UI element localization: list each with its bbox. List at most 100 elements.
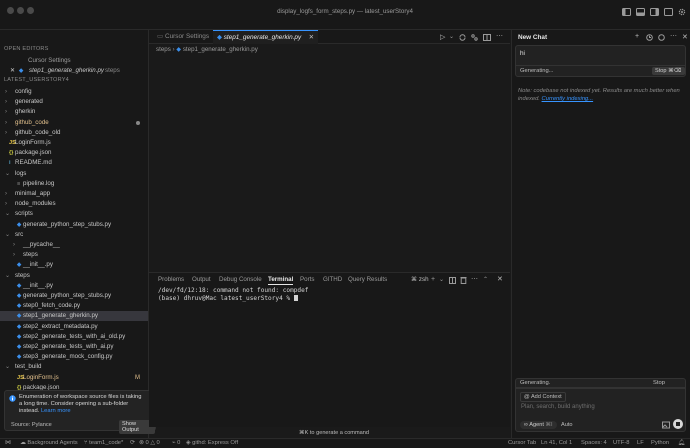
tree-folder[interactable]: ›steps [0,250,148,260]
model-selector[interactable]: Auto [561,421,573,429]
settings-gear-icon[interactable] [678,8,686,16]
tree-file[interactable]: JSLoginForm.js [0,138,148,148]
cursor-position[interactable]: Ln 41, Col 1 [541,439,572,448]
chevron-down-icon[interactable]: ⌄ [439,276,444,283]
tree-folder[interactable]: ›generated [0,97,148,107]
trash-icon[interactable] [460,276,467,284]
run-icon[interactable]: ▷ [440,33,445,41]
terminal-prompt[interactable]: (base) dhruv@Mac latest_userStory4 % [158,295,298,302]
tree-item-label: minimal_app [15,189,50,199]
line-ending[interactable]: LF [637,439,644,448]
language-mode[interactable]: Python [651,439,669,448]
breadcrumb-folder[interactable]: steps [156,46,171,53]
history-icon[interactable] [646,34,653,41]
agent-mode-selector[interactable]: ∞ Agent ⌘I [520,421,557,429]
tree-folder[interactable]: ⌄test_build [0,362,148,372]
stop-button[interactable]: Stop ⌘⌫ [652,67,685,75]
tree-file[interactable]: ◆generate_python_step_stubs.py [0,291,148,301]
tab-cursor-settings[interactable]: ▭Cursor Settings [157,30,209,44]
clock-icon[interactable] [658,34,665,41]
toggle-secondary-sidebar-icon[interactable] [650,8,659,16]
toggle-sidebar-icon[interactable] [622,8,631,16]
toggle-panel-icon[interactable] [636,8,645,16]
open-editor-cursor-settings[interactable]: Cursor Settings [0,56,148,66]
editor-area[interactable] [149,57,510,270]
tree-file[interactable]: ◆step0_fetch_code.py [0,301,148,311]
image-icon[interactable] [662,421,670,429]
tree-file[interactable]: ◆generate_python_step_stubs.py [0,220,148,230]
customize-layout-icon[interactable] [664,8,673,16]
tree-folder[interactable]: ›gherkin [0,107,148,117]
chevron-up-icon[interactable]: ⌃ [483,276,488,283]
tree-file[interactable]: ◆step2_generate_tests_with_ai.py [0,342,148,352]
tree-file[interactable]: iREADME.md [0,158,148,168]
indexing-link[interactable]: Currently indexing... [542,96,594,102]
encoding[interactable]: UTF-8 [613,439,629,448]
problems-indicator[interactable]: ⊗ 0 △ 0 [139,439,160,448]
chat-input-box[interactable]: @ Add Context Plan, search, build anythi… [515,388,686,432]
tree-file[interactable]: ◆step2_generate_tests_with_ai_old.py [0,332,148,342]
tree-folder[interactable]: ⌄src [0,230,148,240]
tab-ports[interactable]: Ports [300,276,314,283]
tree-folder[interactable]: ›__pycache__ [0,240,148,250]
tree-file[interactable]: ◆step2_extract_metadata.py [0,322,148,332]
sync-icon[interactable] [459,34,466,41]
open-editors-header[interactable]: OPEN EDITORS [4,46,49,52]
stop-button[interactable]: Stop [653,380,665,386]
notifications-bell-icon[interactable]: 🔔︎ [678,439,685,448]
tab-step1-generate-gherkin[interactable]: ◆ step1_generate_gherkin.py ✕ [213,30,318,44]
sync-icon[interactable]: ⟳ [130,439,135,448]
more-actions-icon[interactable]: ⋯ [496,32,503,40]
split-editor-icon[interactable] [483,34,491,41]
chevron-down-icon[interactable]: ⌄ [449,33,454,40]
more-actions-icon[interactable]: ⋯ [471,275,478,283]
more-actions-icon[interactable]: ⋯ [670,32,677,40]
add-context-button[interactable]: @ Add Context [520,392,566,402]
tab-query-results[interactable]: Query Results [348,276,387,283]
close-icon[interactable]: ✕ [497,275,503,283]
tree-folder[interactable]: ⌄steps [0,271,148,281]
tree-folder[interactable]: ›node_modules [0,199,148,209]
tree-file[interactable]: ≡pipeline.log [0,179,148,189]
open-editor-step1[interactable]: ✕ ◆ step1_generate_gherkin.py steps [0,66,148,76]
tree-folder[interactable]: ›github_code_old [0,128,148,138]
tab-output[interactable]: Output [192,276,211,283]
close-icon[interactable]: ✕ [10,66,15,76]
close-icon[interactable]: ✕ [682,33,688,41]
tree-folder[interactable]: ›config [0,87,148,97]
indentation[interactable]: Spaces: 4 [581,439,607,448]
tree-folder[interactable]: ⌄logs [0,169,148,179]
terminal-shell[interactable]: ⌘ zsh [411,276,429,283]
remote-icon[interactable]: ⋈ [5,439,11,448]
tab-debug-console[interactable]: Debug Console [219,276,262,283]
tab-githd[interactable]: GITHD [323,276,342,283]
new-terminal-icon[interactable]: + [431,276,435,283]
tree-file[interactable]: {}package.json [0,148,148,158]
tree-file[interactable]: JSLoginForm.jsM [0,373,148,383]
tree-file[interactable]: ◆__init__.py [0,260,148,270]
user-message-box[interactable]: hi Generating... Stop ⌘⌫ [515,45,686,77]
python-file-icon: ◆ [17,281,21,291]
branch-indicator[interactable]: ⑂ team1_code* [84,439,123,448]
tree-file[interactable]: ◆step1_generate_gherkin.py [0,311,148,321]
stop-generation-button[interactable] [673,419,683,429]
ports-indicator[interactable]: ⌁ 0 [172,439,180,448]
tab-problems[interactable]: Problems [158,276,184,283]
learn-more-link[interactable]: Learn more [41,408,71,414]
tree-folder[interactable]: ›minimal_app [0,189,148,199]
close-icon[interactable]: ✕ [309,31,314,45]
cursor-tab-indicator[interactable]: Cursor Tab [508,439,536,448]
tree-file[interactable]: ◆__init__.py [0,281,148,291]
breadcrumb-file[interactable]: step1_generate_gherkin.py [183,46,258,53]
tree-file[interactable]: ◆step3_generate_mock_config.py [0,352,148,362]
workspace-header[interactable]: LATEST_USERSTORY4 [4,77,69,83]
chat-input[interactable]: Plan, search, build anything [521,404,595,410]
tab-terminal[interactable]: Terminal [268,276,293,285]
tree-folder[interactable]: ⌄scripts [0,209,148,219]
gitlens-indicator[interactable]: ◈ githd: Express Off [186,439,238,448]
new-chat-icon[interactable]: + [635,33,639,40]
compare-icon[interactable] [471,34,478,41]
tree-folder[interactable]: ›github_code [0,118,148,128]
split-terminal-icon[interactable] [449,277,456,284]
background-agents[interactable]: ☁ Background Agents [20,439,78,448]
